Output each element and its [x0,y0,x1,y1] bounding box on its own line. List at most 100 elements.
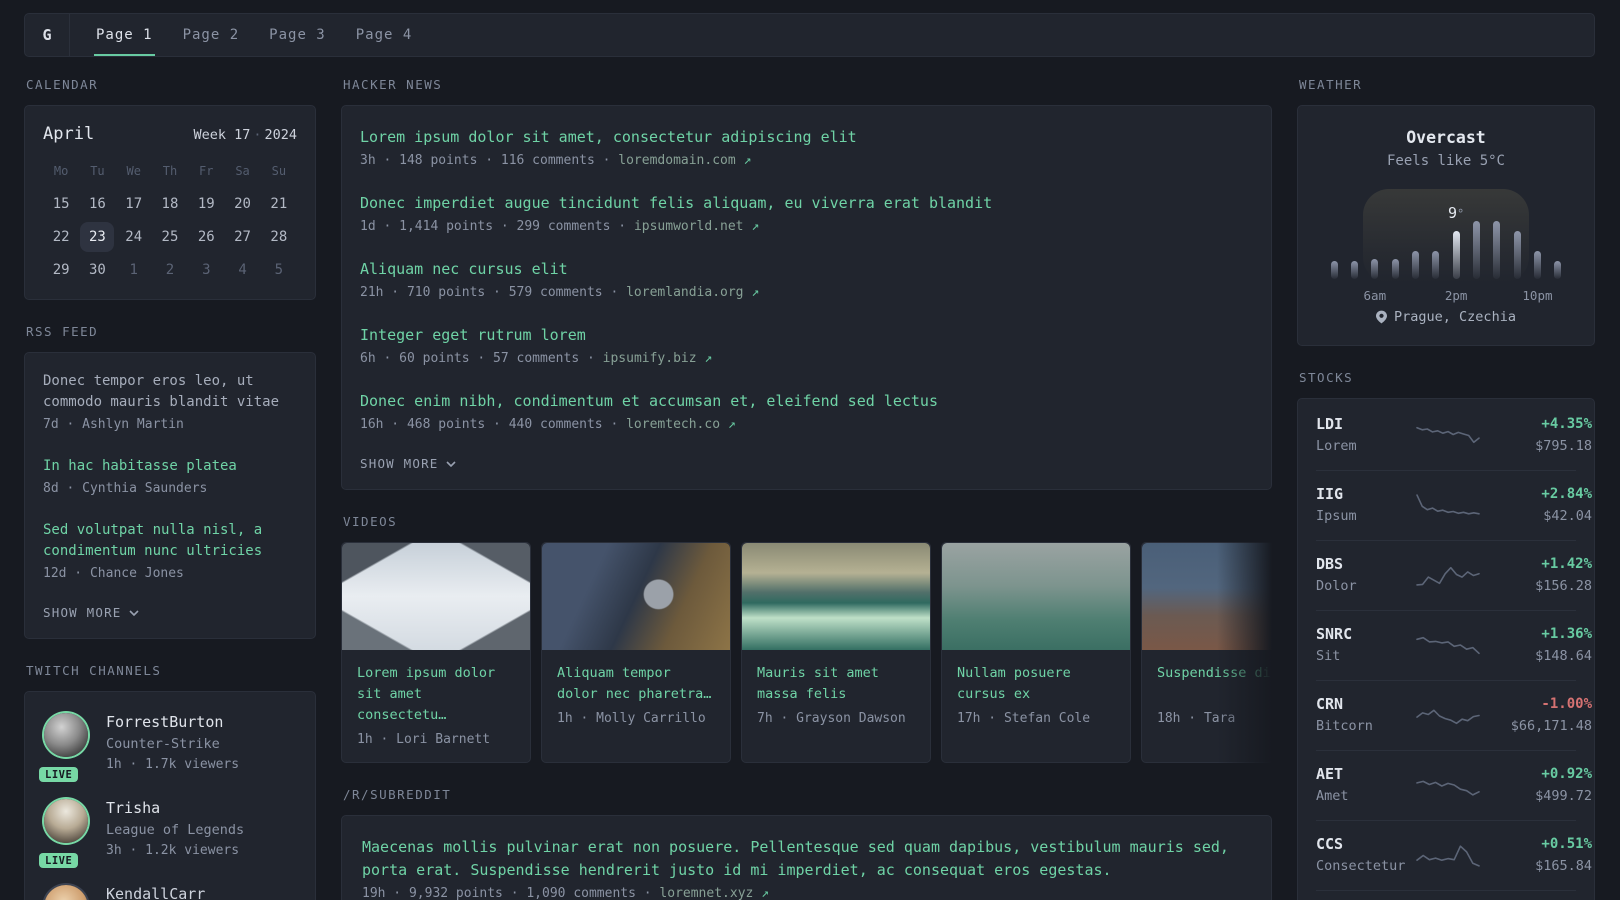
video-title[interactable]: Mauris sit amet massa felis [757,663,915,705]
hackernews-item-domain-link[interactable]: loremtech.co [626,417,720,432]
video-card[interactable]: Suspendisse diam 18h · Tara [1141,542,1272,763]
rss-show-more-button[interactable]: SHOW MORE [43,605,297,620]
stock-sparkline-wrap [1416,560,1480,590]
hackernews-item-title[interactable]: Donec enim nibh, condimentum et accumsan… [360,390,1253,412]
weather-bar-slot: 6am [1364,219,1386,303]
subreddit-section: /R/SUBREDDIT Maecenas mollis pulvinar er… [341,787,1272,900]
weather-condition: Overcast [1406,128,1486,147]
video-title[interactable]: Suspendisse diam [1157,663,1272,705]
hackernews-item-title[interactable]: Integer eget rutrum lorem [360,324,1253,346]
external-link-arrow-icon: ↗ [751,285,760,300]
hackernews-item-domain-link[interactable]: loremlandia.org [626,285,743,300]
weather-temp-bar [1472,221,1480,279]
hackernews-item-title[interactable]: Lorem ipsum dolor sit amet, consectetur … [360,126,1253,148]
avatar[interactable] [44,713,88,757]
video-title[interactable]: Nullam posuere cursus ex [957,663,1115,705]
stock-change: +1.42% [1541,556,1592,572]
hackernews-item-meta-text: 21h · 710 points · 579 comments · [360,285,627,300]
weather-bar-slot: 10pm [1522,219,1553,303]
hackernews-item-meta: 21h · 710 points · 579 comments · loreml… [360,282,1253,303]
hackernews-item-domain-link[interactable]: ipsumworld.net [634,219,744,234]
calendar-day: 3 [202,262,211,278]
stock-row: IIG Ipsum +2.84% $42.04 [1316,470,1592,540]
video-card[interactable]: Mauris sit amet massa felis 7h · Grayson … [741,542,931,763]
rss-item: Sed volutpat nulla nisl, a condimentum n… [43,520,297,584]
left-column: CALENDAR April Week 17 · 2024 Mo Tu We Th Fr Sa… [24,77,316,900]
hackernews-show-more-button[interactable]: SHOW MORE [360,456,1253,471]
weather-bar-slot [1426,219,1446,279]
degree-symbol: ° [1457,207,1465,221]
video-title[interactable]: Aliquam tempor dolor nec pharetra… [557,663,715,705]
hackernews-item: Donec imperdiet augue tincidunt felis al… [360,192,1253,237]
stock-name: Lorem [1316,438,1357,454]
stock-ticker: AET [1316,765,1344,783]
stock-name: Bitcorn [1316,718,1373,734]
calendar-week: Week 17 · 2024 [193,127,297,143]
stock-ticker: IIG [1316,485,1344,503]
weather-section-label: WEATHER [1299,77,1363,92]
stock-values-block: +1.36% $148.64 [1480,624,1592,666]
hackernews-list: Lorem ipsum dolor sit amet, consectetur … [360,126,1253,435]
weather-temp-bar [1371,259,1379,279]
stock-symbol-block: AET Amet [1316,764,1416,806]
twitch-channel-name[interactable]: ForrestBurton [106,712,239,732]
weather-temp-bar [1493,221,1501,279]
external-link-arrow-icon: ↗ [743,153,752,168]
rss-item-title[interactable]: In hac habitasse platea [43,456,297,477]
twitch-channel-row[interactable]: LIVE Trisha League of Legends 3h · 1.2k vie… [39,798,297,868]
subreddit-post-domain-link[interactable]: loremnet.xyz [659,886,753,900]
video-title[interactable]: Lorem ipsum dolor sit amet consectetu… [357,663,515,726]
stock-sparkline-wrap [1416,420,1480,450]
videos-section-label: VIDEOS [343,514,398,529]
hackernews-item-title[interactable]: Donec imperdiet augue tincidunt felis al… [360,192,1253,214]
weather-bar-slot [1344,219,1364,279]
hackernews-item-meta: 16h · 468 points · 440 comments · loremt… [360,414,1253,435]
video-card[interactable]: Nullam posuere cursus ex 17h · Stefan Col… [941,542,1131,763]
rss-item-meta: 8d · Cynthia Saunders [43,481,208,496]
video-thumbnail [342,543,530,650]
weather-temp-bar [1554,261,1562,279]
avatar[interactable] [44,885,88,900]
twitch-channel-name[interactable]: Trisha [106,798,244,818]
weather-location: Prague, Czechia [1394,309,1516,325]
video-card[interactable]: Lorem ipsum dolor sit amet consectetu… 1h… [341,542,531,763]
stock-price: $156.28 [1535,578,1592,594]
live-badge: LIVE [39,853,79,868]
hackernews-item-title[interactable]: Aliquam nec cursus elit [360,258,1253,280]
app-logo[interactable]: G [25,14,70,56]
rss-item-title[interactable]: Donec tempor eros leo, ut commodo mauris… [43,371,297,413]
calendar-day: 25 [161,229,179,245]
calendar-day: 22 [52,229,70,245]
twitch-channel-name[interactable]: KendallCarr [106,884,205,900]
stock-name: Ipsum [1316,508,1357,524]
twitch-channel-row[interactable]: KendallCarr [43,884,297,900]
video-card[interactable]: Aliquam tempor dolor nec pharetra… 1h · M… [541,542,731,763]
calendar-card: April Week 17 · 2024 Mo Tu We Th Fr Sa Su 15 16 17 1… [24,105,316,300]
video-card-body: Aliquam tempor dolor nec pharetra… 1h · M… [542,650,730,741]
video-meta: 1h · Molly Carrillo [557,711,706,726]
twitch-section-label: TWITCH CHANNELS [26,663,162,678]
tab-page-2[interactable]: Page 2 [181,14,242,56]
tab-page-1[interactable]: Page 1 [94,14,155,56]
hackernews-item-domain-link[interactable]: loremdomain.com [618,153,735,168]
stock-row: DBS Dolor +1.42% $156.28 [1316,540,1592,610]
tab-page-3[interactable]: Page 3 [267,14,328,56]
subreddit-post-title[interactable]: Maecenas mollis pulvinar erat non posuer… [362,836,1251,882]
avatar[interactable] [44,799,88,843]
hackernews-item-meta: 6h · 60 points · 57 comments · ipsumify.… [360,348,1253,369]
hackernews-item-domain-link[interactable]: ipsumify.biz [603,351,697,366]
twitch-channel-meta: 1h · 1.7k viewers [106,757,240,772]
stock-values-block: -1.00% $66,171.48 [1480,694,1592,736]
twitch-channel-row[interactable]: LIVE ForrestBurton Counter-Strike 1h · 1.7k… [39,712,297,782]
calendar-day: 2 [165,262,175,278]
hackernews-item-meta: 3h · 148 points · 116 comments · loremdo… [360,150,1253,171]
weather-temp-bar [1432,251,1440,279]
tab-page-4[interactable]: Page 4 [354,14,415,56]
stock-values-block: +2.84% $42.04 [1480,484,1592,526]
stock-name: Sit [1316,648,1341,664]
stock-ticker: LDI [1316,415,1344,433]
weather-temp-bar [1391,259,1399,279]
video-thumbnail [1142,543,1272,650]
rss-item-title[interactable]: Sed volutpat nulla nisl, a condimentum n… [43,520,297,562]
stock-price: $148.64 [1535,648,1592,664]
